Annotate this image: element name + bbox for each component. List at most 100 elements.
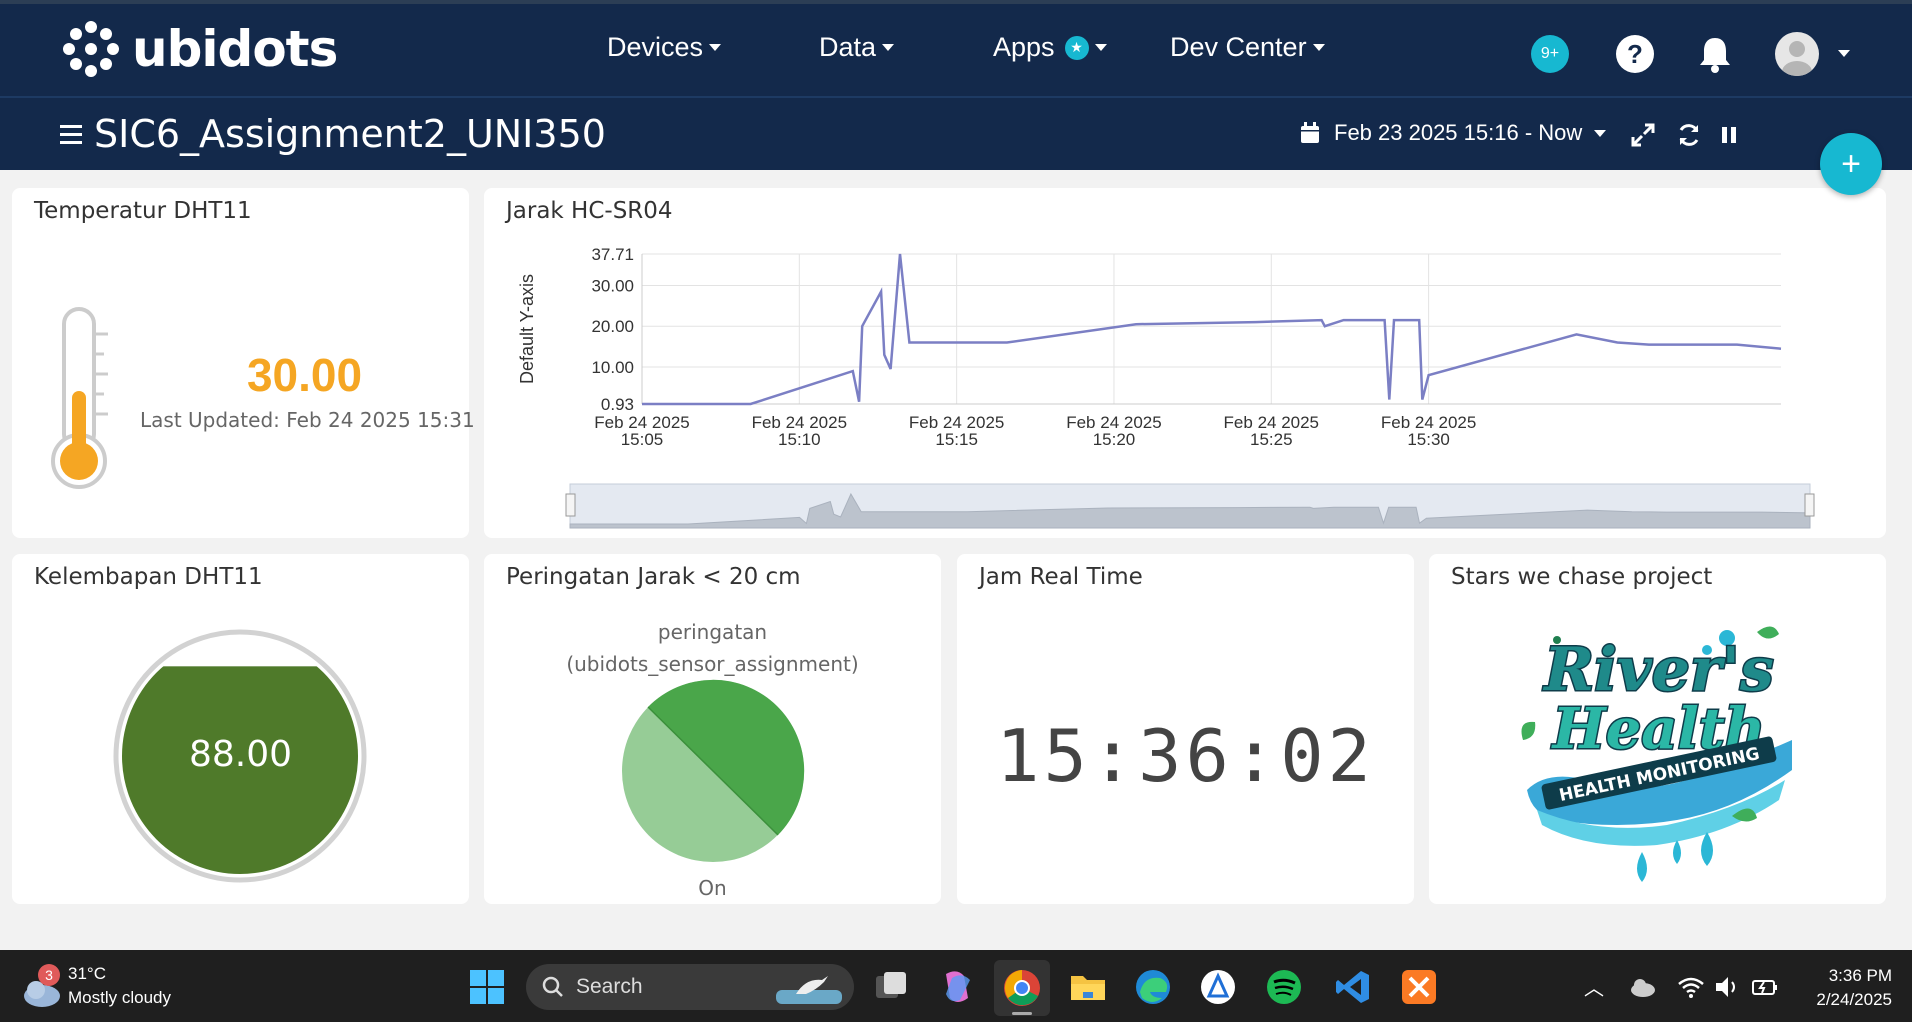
y-axis-label: Default Y-axis xyxy=(517,274,537,384)
notification-count-badge[interactable]: 9+ xyxy=(1531,35,1569,73)
last-updated-label: Last Updated: Feb 24 2025 15:31 xyxy=(140,408,475,432)
pie-state-label: On xyxy=(698,876,727,900)
series-line xyxy=(642,253,1782,406)
top-navbar: ubidots Devices Data Apps ★ Dev Center 9… xyxy=(0,0,1912,96)
nav-devices[interactable]: Devices xyxy=(607,32,722,63)
system-date: 2/24/2025 xyxy=(1816,990,1892,1009)
nav-data-label: Data xyxy=(819,32,877,62)
x-tick-label-time: 15:20 xyxy=(1093,430,1136,449)
edge-icon[interactable] xyxy=(1134,968,1172,1006)
help-icon[interactable]: ? xyxy=(1616,35,1654,73)
file-explorer-icon[interactable] xyxy=(1069,968,1107,1006)
temperature-value: 30.00 xyxy=(246,349,363,401)
widget-title: Jam Real Time xyxy=(979,564,1143,590)
date-range-label: Feb 23 2025 15:16 - Now xyxy=(1334,120,1583,145)
avatar-chevron-down-icon[interactable] xyxy=(1838,50,1850,57)
battery-icon[interactable] xyxy=(1750,968,1780,1006)
refresh-icon[interactable] xyxy=(1676,122,1702,148)
onedrive-cloud-icon[interactable] xyxy=(1628,968,1658,1006)
widget-title: Peringatan Jarak < 20 cm xyxy=(506,564,801,590)
app-store-icon[interactable] xyxy=(1199,968,1237,1006)
navigator-handle-left xyxy=(565,493,576,517)
humidity-value: 88.00 xyxy=(188,734,293,775)
nav-devices-label: Devices xyxy=(607,32,704,62)
logo-text: ubidots xyxy=(132,20,338,78)
date-range-picker[interactable]: Feb 23 2025 15:16 - Now xyxy=(1300,120,1607,146)
widget-title: Stars we chase project xyxy=(1451,564,1713,590)
clock-time: 15:36:02 xyxy=(996,714,1375,798)
humidity-widget[interactable]: Kelembapan DHT11 88.00 xyxy=(12,554,469,904)
x-tick-label-time: 15:10 xyxy=(778,430,821,449)
windows-start-icon[interactable] xyxy=(468,968,506,1006)
taskbar-search[interactable]: Search xyxy=(526,964,854,1010)
y-tick-label: 0.93 xyxy=(601,395,634,414)
pie-variable-label: peringatan xyxy=(657,620,768,644)
weather-desc: Mostly cloudy xyxy=(68,988,171,1007)
nav-apps-label: Apps xyxy=(993,32,1055,62)
project-image-widget[interactable]: Stars we chase project River's Health HE… xyxy=(1429,554,1886,904)
x-tick-label-time: 15:25 xyxy=(1250,430,1293,449)
nav-data[interactable]: Data xyxy=(819,32,895,63)
chevron-down-icon xyxy=(882,44,895,51)
x-tick-label-time: 15:05 xyxy=(621,430,664,449)
x-tick-label-time: 15:15 xyxy=(935,430,978,449)
avatar[interactable] xyxy=(1775,32,1819,76)
active-indicator xyxy=(1012,1012,1032,1015)
y-tick-label: 10.00 xyxy=(591,358,634,377)
bell-icon[interactable] xyxy=(1696,34,1734,74)
spotify-icon[interactable] xyxy=(1265,968,1303,1006)
x-tick-label-time: 15:30 xyxy=(1407,430,1450,449)
temperature-widget[interactable]: Temperatur DHT11 30.00 Last Updated: Feb… xyxy=(12,188,475,538)
star-icon: ★ xyxy=(1064,35,1089,60)
windows-taskbar: 3 31°C Mostly cloudy Search ︿ 3:36 PM 2/… xyxy=(0,950,1912,1022)
show-hidden-icons-chevron-up-icon[interactable]: ︿ xyxy=(1584,972,1604,1001)
chevron-down-icon xyxy=(709,44,722,51)
add-widget-button[interactable]: + xyxy=(1820,133,1882,195)
chrome-icon xyxy=(1004,970,1040,1006)
navigator-handle-right xyxy=(1804,493,1815,517)
xampp-icon[interactable] xyxy=(1400,968,1438,1006)
menu-icon[interactable] xyxy=(60,125,82,145)
search-label: Search xyxy=(576,975,643,998)
weather-alert-badge: 3 xyxy=(38,964,60,986)
ubidots-logo[interactable]: ubidots xyxy=(60,18,338,80)
y-tick-label: 30.00 xyxy=(591,276,634,295)
distance-warning-widget[interactable]: Peringatan Jarak < 20 cm peringatan (ubi… xyxy=(484,554,941,904)
system-clock[interactable]: 3:36 PM 2/24/2025 xyxy=(1800,964,1892,1012)
thermometer-icon xyxy=(51,307,108,489)
widget-title: Temperatur DHT11 xyxy=(34,198,252,224)
dashboard-header: SIC6_Assignment2_UNI350 Feb 23 2025 15:1… xyxy=(0,96,1912,170)
widget-title: Kelembapan DHT11 xyxy=(34,564,263,590)
clock-widget[interactable]: Jam Real Time 15:36:02 xyxy=(957,554,1414,904)
dashboard-title[interactable]: SIC6_Assignment2_UNI350 xyxy=(94,112,606,156)
vscode-icon[interactable] xyxy=(1334,968,1372,1006)
task-view-icon[interactable] xyxy=(872,968,910,1006)
copilot-icon[interactable] xyxy=(938,968,976,1006)
calendar-icon xyxy=(1301,122,1319,143)
logo-title-line1: River's xyxy=(1542,635,1773,705)
distance-line-chart[interactable]: 37.7130.0020.0010.000.93Feb 24 202515:05… xyxy=(484,188,1886,538)
volume-icon[interactable] xyxy=(1712,968,1742,1006)
chevron-down-icon xyxy=(1312,44,1325,51)
distance-chart-widget[interactable]: Jarak HC-SR04 37.71 30.00 20.00 10.00 0.93 Fe… xyxy=(484,188,1886,538)
nav-dev-center[interactable]: Dev Center xyxy=(1170,32,1325,63)
heron-search-highlight-icon xyxy=(776,976,842,1004)
chevron-down-icon xyxy=(1094,44,1107,51)
chrome-taskbar-slot[interactable] xyxy=(994,960,1050,1016)
pie-device-label: (ubidots_sensor_assignment) xyxy=(566,652,859,676)
rivers-health-logo-image: River's Health HEALTH MONITORING xyxy=(1521,626,1792,882)
search-icon xyxy=(542,976,563,997)
system-time: 3:36 PM xyxy=(1828,966,1892,985)
user-icon xyxy=(1782,41,1812,76)
weather-temp: 31°C xyxy=(68,964,106,983)
warning-pie-chart xyxy=(622,679,805,862)
y-tick-label: 20.00 xyxy=(591,317,634,336)
wifi-icon[interactable] xyxy=(1676,968,1706,1006)
nav-apps[interactable]: Apps ★ xyxy=(993,32,1107,63)
chevron-down-icon xyxy=(1594,129,1607,137)
nav-dev-center-label: Dev Center xyxy=(1170,32,1307,62)
logo-dots-icon xyxy=(63,21,119,77)
fullscreen-icon[interactable] xyxy=(1630,122,1656,148)
y-tick-label: 37.71 xyxy=(591,245,634,264)
pause-icon[interactable] xyxy=(1716,122,1742,148)
